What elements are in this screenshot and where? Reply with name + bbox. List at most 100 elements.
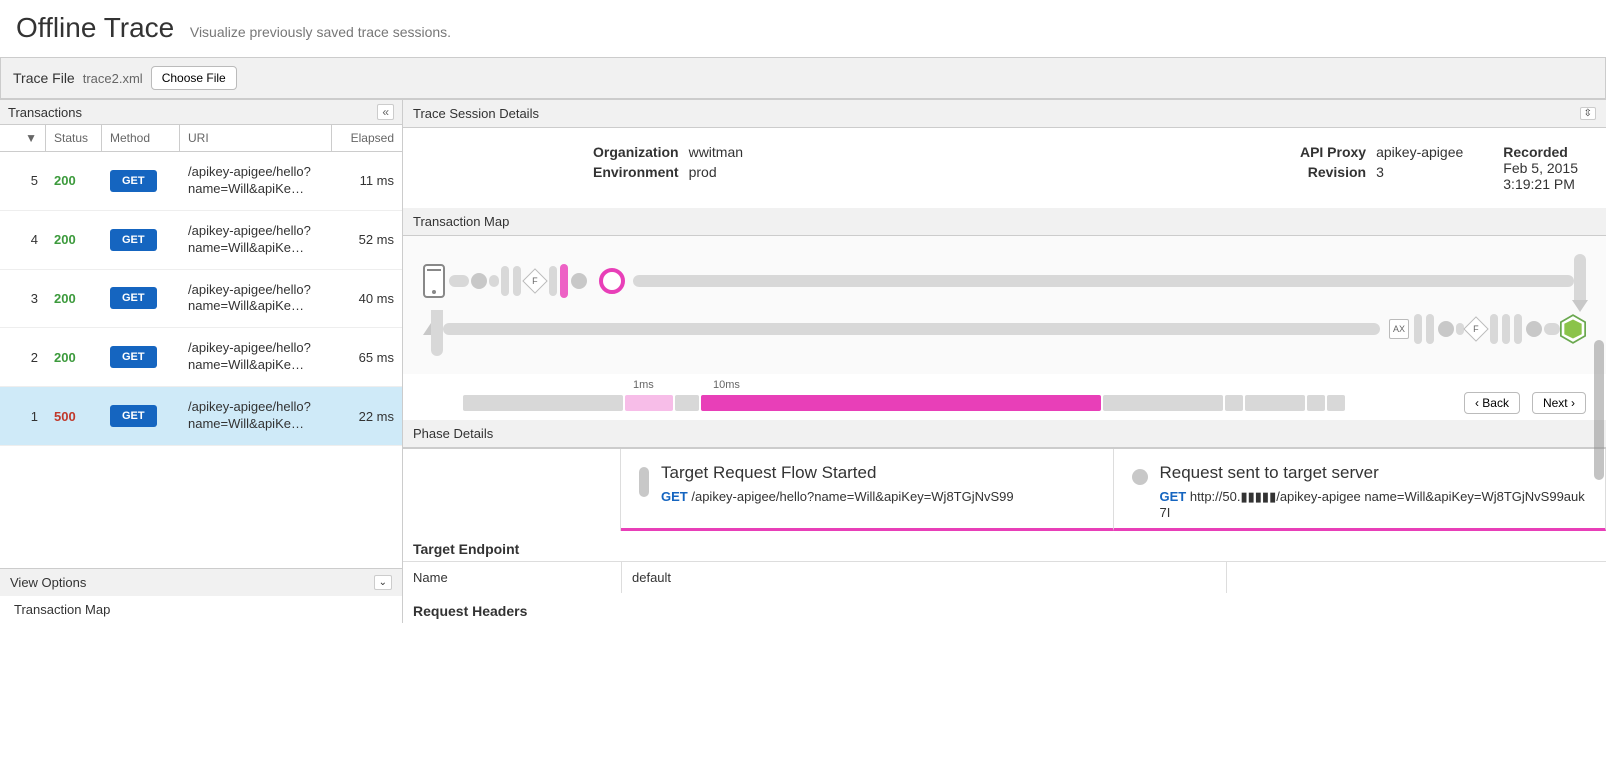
collapse-panel-button[interactable]: « (377, 104, 394, 120)
flow-step-icon[interactable] (560, 264, 568, 298)
revision-value: 3 (1376, 164, 1463, 180)
phase-card-method: GET (1160, 489, 1187, 504)
tx-method: GET (102, 168, 180, 194)
timeline-segment[interactable] (625, 395, 673, 411)
method-pill: GET (110, 170, 157, 192)
sort-toggle[interactable]: ▼ (0, 125, 46, 151)
view-options-item[interactable]: Transaction Map (0, 596, 402, 623)
target-endpoint-section: Target Endpoint (403, 531, 1606, 561)
phase-card-title: Request sent to target server (1160, 463, 1588, 483)
tx-status: 200 (46, 289, 102, 308)
flow-step-icon[interactable] (513, 266, 521, 296)
col-method[interactable]: Method (102, 125, 180, 151)
phase-details: Target Request Flow Started GET /apikey-… (403, 448, 1606, 531)
phase-card-method: GET (661, 489, 688, 504)
target-node-icon[interactable] (1560, 314, 1586, 344)
tx-elapsed: 22 ms (332, 407, 402, 426)
timeline-segment[interactable] (463, 395, 623, 411)
recorded-time: 3:19:21 PM (1503, 176, 1578, 192)
phase-details-title: Phase Details (413, 426, 493, 441)
recorded-block: Recorded Feb 5, 2015 3:19:21 PM (1503, 144, 1598, 192)
timeline-segment[interactable] (1307, 395, 1325, 411)
trace-file-label: Trace File (13, 70, 75, 86)
transaction-map-title: Transaction Map (413, 214, 509, 229)
timeline-segment[interactable] (1245, 395, 1305, 411)
flow-policy-icon[interactable]: F (522, 268, 547, 293)
phase-card-request-sent[interactable]: Request sent to target server GET http:/… (1114, 449, 1606, 531)
flow-policy-ax-icon[interactable]: AX (1389, 319, 1409, 339)
phase-card-title: Target Request Flow Started (661, 463, 1014, 483)
expand-icon[interactable]: ⇳ (1580, 107, 1596, 120)
env-label: Environment (593, 164, 679, 180)
timeline-segment[interactable] (1327, 395, 1345, 411)
chevron-down-icon[interactable]: ⌄ (374, 575, 392, 590)
timeline-segment[interactable] (1103, 395, 1223, 411)
transaction-row[interactable]: 2 200 GET /apikey-apigee/hello?name=Will… (0, 328, 402, 387)
view-options-title: View Options (10, 575, 86, 590)
flow-policy-icon[interactable]: F (1463, 316, 1488, 341)
recorded-date: Feb 5, 2015 (1503, 160, 1578, 176)
org-value: wwitman (689, 144, 743, 160)
flow-step-icon[interactable] (571, 273, 587, 289)
tx-status: 200 (46, 348, 102, 367)
tx-uri: /apikey-apigee/hello?name=Will&apiKe… (180, 221, 332, 259)
choose-file-button[interactable]: Choose File (151, 66, 237, 90)
tx-elapsed: 65 ms (332, 348, 402, 367)
flow-step-icon[interactable] (501, 266, 509, 296)
timeline-segment[interactable] (1225, 395, 1243, 411)
col-elapsed[interactable]: Elapsed (332, 125, 402, 151)
tx-id: 1 (0, 407, 46, 426)
timeline-segment[interactable] (701, 395, 1101, 411)
tx-method: GET (102, 403, 180, 429)
transaction-row[interactable]: 1 500 GET /apikey-apigee/hello?name=Will… (0, 387, 402, 446)
flow-step-icon[interactable] (471, 273, 487, 289)
env-value: prod (689, 164, 743, 180)
method-pill: GET (110, 287, 157, 309)
timeline-segment[interactable] (675, 395, 699, 411)
tx-method: GET (102, 285, 180, 311)
transaction-map-header: Transaction Map (403, 208, 1606, 236)
time-label-10ms: 10ms (713, 379, 740, 391)
flow-selected-step-icon[interactable] (599, 268, 625, 294)
method-pill: GET (110, 346, 157, 368)
transaction-row[interactable]: 3 200 GET /apikey-apigee/hello?name=Will… (0, 270, 402, 329)
tx-id: 5 (0, 171, 46, 190)
flow-step-icon[interactable] (1426, 314, 1434, 344)
method-pill: GET (110, 229, 157, 251)
scrollbar[interactable] (1594, 340, 1604, 480)
transaction-row[interactable]: 4 200 GET /apikey-apigee/hello?name=Will… (0, 211, 402, 270)
flow-step-icon[interactable] (1526, 321, 1542, 337)
recorded-label: Recorded (1503, 144, 1578, 160)
proxy-value: apikey-apigee (1376, 144, 1463, 160)
tx-method: GET (102, 344, 180, 370)
flow-step-icon[interactable] (1414, 314, 1422, 344)
tx-status: 200 (46, 171, 102, 190)
flow-step-icon[interactable] (549, 266, 557, 296)
transaction-row[interactable]: 5 200 GET /apikey-apigee/hello?name=Will… (0, 152, 402, 211)
flow-step-icon[interactable] (1490, 314, 1498, 344)
timeline-bar: 1ms 10ms ‹ Back Next › (403, 374, 1606, 420)
page-title: Offline Trace (16, 12, 174, 44)
details-panel: Trace Session Details ⇳ Organization wwi… (403, 100, 1606, 623)
tx-id: 2 (0, 348, 46, 367)
transactions-header: Transactions « (0, 100, 402, 125)
page-subtitle: Visualize previously saved trace session… (190, 24, 451, 40)
proxy-label: API Proxy (1300, 144, 1366, 160)
col-status[interactable]: Status (46, 125, 102, 151)
client-icon[interactable] (423, 264, 445, 298)
phase-card-url: /apikey-apigee/hello?name=Will&apiKey=Wj… (691, 489, 1013, 504)
org-label: Organization (593, 144, 679, 160)
flow-step-icon[interactable] (1438, 321, 1454, 337)
endpoint-name-key: Name (403, 562, 621, 593)
flow-step-icon[interactable] (1502, 314, 1510, 344)
next-button[interactable]: Next › (1532, 392, 1586, 414)
col-uri[interactable]: URI (180, 125, 332, 151)
back-button[interactable]: ‹ Back (1464, 392, 1520, 414)
time-label-1ms: 1ms (633, 379, 654, 391)
flow-step-icon[interactable] (1514, 314, 1522, 344)
endpoint-name-row: Name default (403, 561, 1606, 593)
phase-card-request-started[interactable]: Target Request Flow Started GET /apikey-… (621, 449, 1114, 531)
tx-uri: /apikey-apigee/hello?name=Will&apiKe… (180, 162, 332, 200)
tx-status: 200 (46, 230, 102, 249)
view-options-header[interactable]: View Options ⌄ (0, 568, 402, 596)
